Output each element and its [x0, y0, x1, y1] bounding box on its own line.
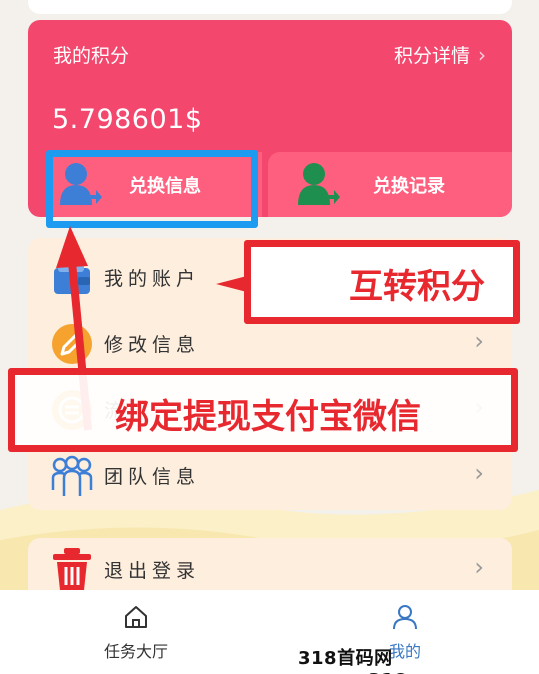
points-balance: 5.798601$ — [52, 104, 203, 135]
menu-item-label: 我的账户 — [104, 268, 201, 290]
team-icon — [51, 455, 93, 496]
logout-label: 退出登录 — [104, 560, 201, 582]
chevron-right-icon: › — [474, 459, 484, 487]
menu-item-label: 团队信息 — [104, 466, 201, 488]
points-detail-link[interactable]: 积分详情 › — [394, 41, 486, 68]
tab-label: 任务大厅 — [103, 642, 168, 661]
annotation-bind-withdraw: 绑定提现支付宝微信 — [8, 368, 518, 452]
person-arrow-icon — [298, 163, 340, 205]
wallet-icon — [54, 262, 90, 294]
exchange-record-label: 兑换记录 — [373, 175, 445, 197]
exchange-record-button[interactable]: 兑换记录 — [268, 152, 512, 217]
edit-icon — [52, 324, 92, 364]
home-icon — [125, 606, 147, 628]
trash-icon — [53, 548, 91, 590]
watermark: 318首码网 www.e318.com — [298, 648, 457, 674]
tab-task-hall[interactable]: 任务大厅 — [76, 604, 196, 662]
chevron-right-icon: › — [478, 43, 486, 67]
points-title: 我的积分 — [53, 45, 130, 67]
previous-card-edge — [28, 0, 512, 14]
points-detail-label: 积分详情 — [393, 45, 470, 67]
annotation-transfer-points: 互转积分 — [244, 240, 520, 324]
chevron-right-icon: › — [474, 553, 484, 581]
menu-item-label: 修改信息 — [104, 334, 201, 356]
user-icon — [393, 605, 417, 630]
exchange-info-highlight — [46, 150, 258, 228]
chevron-right-icon: › — [474, 327, 484, 355]
